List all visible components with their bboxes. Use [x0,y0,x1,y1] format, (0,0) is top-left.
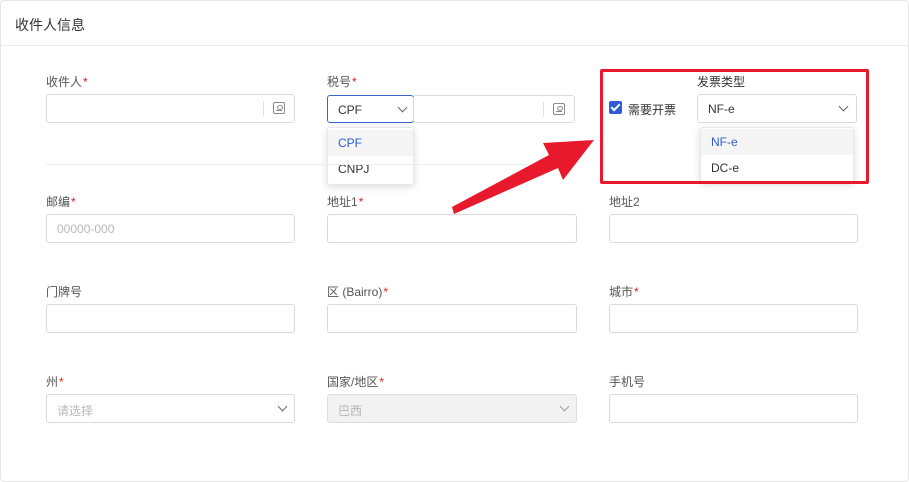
annotation-arrow-icon [452,140,594,214]
